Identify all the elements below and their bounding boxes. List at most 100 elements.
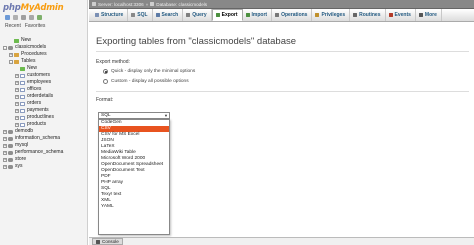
tree-node-label[interactable]: information_schema — [15, 135, 60, 142]
expand-icon[interactable]: + — [3, 143, 7, 148]
expand-icon[interactable]: + — [3, 150, 7, 155]
divider — [96, 51, 469, 52]
tree-node-label[interactable]: Procedures — [21, 51, 47, 58]
tab-operations[interactable]: Operations — [272, 9, 313, 21]
tab-import[interactable]: Import — [243, 9, 273, 21]
tree-node-label[interactable]: customers — [27, 72, 50, 79]
favorites-tab[interactable]: Favorites — [25, 23, 46, 29]
navigation-sidebar: phpMyAdmin Recent Favorites New - classicm… — [0, 0, 88, 245]
tab-sql[interactable]: SQL — [128, 9, 153, 21]
expand-icon[interactable]: + — [15, 122, 19, 127]
tree-node-label[interactable]: Tables — [21, 58, 35, 65]
expand-icon[interactable]: + — [15, 115, 19, 120]
tree-node-label[interactable]: store — [15, 156, 26, 163]
chevron-down-icon — [418, 13, 423, 17]
expand-icon[interactable]: + — [15, 73, 19, 78]
phpmyadmin-logo[interactable]: phpMyAdmin — [3, 3, 64, 13]
quick-export-option[interactable]: Quick - display only the minimal options — [103, 69, 195, 74]
tree-node[interactable]: - classicmodels — [3, 44, 87, 51]
quick-export-label[interactable]: Quick - display only the minimal options — [111, 69, 195, 74]
tree-node-label[interactable]: employees — [27, 79, 51, 86]
folder-icon — [14, 52, 19, 57]
collapse-icon[interactable]: - — [3, 45, 7, 50]
breadcrumb-database[interactable]: Database: classicmodels — [156, 2, 207, 7]
collapse-icon[interactable]: - — [9, 59, 13, 64]
expand-icon[interactable]: + — [3, 129, 7, 134]
tree-node[interactable]: + offices — [3, 86, 87, 93]
quick-radio[interactable] — [103, 69, 108, 74]
tree-node[interactable]: New — [3, 37, 87, 44]
tree-node-label[interactable]: classicmodels — [15, 44, 46, 51]
expand-icon[interactable]: + — [15, 94, 19, 99]
tab-more[interactable]: More — [416, 9, 442, 21]
tree-node[interactable]: + store — [3, 156, 87, 163]
tree-node[interactable]: + payments — [3, 107, 87, 114]
expand-icon[interactable]: + — [15, 80, 19, 85]
tree-node[interactable]: New — [3, 65, 87, 72]
page-title: Exporting tables from "classicmodels" da… — [96, 36, 297, 47]
tree-node-label[interactable]: demodb — [15, 128, 33, 135]
tab-query[interactable]: Query — [183, 9, 212, 21]
tree-node-label[interactable]: mysql — [15, 142, 28, 149]
home-icon[interactable] — [5, 15, 10, 20]
tree-node[interactable]: + customers — [3, 72, 87, 79]
tree-node[interactable]: + performance_schema — [3, 149, 87, 156]
tree-node[interactable]: + Procedures — [3, 51, 87, 58]
tree-node-label[interactable]: performance_schema — [15, 149, 63, 156]
custom-export-label[interactable]: Custom - display all possible options — [111, 79, 189, 84]
database-icon — [8, 129, 13, 134]
tab-export[interactable]: Export — [211, 9, 243, 21]
tree-node[interactable]: + products — [3, 121, 87, 128]
logout-icon[interactable] — [13, 15, 18, 20]
expand-icon[interactable]: + — [3, 136, 7, 141]
tree-node-label[interactable]: sys — [15, 163, 23, 170]
expand-icon[interactable]: + — [3, 164, 7, 169]
tab-routines[interactable]: Routines — [350, 9, 386, 21]
format-option[interactable]: YAML — [99, 204, 169, 210]
server-icon — [92, 2, 96, 6]
tree-node[interactable]: + orderdetails — [3, 93, 87, 100]
tree-node[interactable]: - Tables — [3, 58, 87, 65]
tree-node-label[interactable]: products — [27, 121, 46, 128]
tree-node[interactable]: + sys — [3, 163, 87, 170]
wrench-icon — [275, 13, 280, 17]
format-select[interactable]: SQL ▼ — [98, 112, 170, 119]
tab-privileges[interactable]: Privileges — [312, 9, 351, 21]
custom-export-option[interactable]: Custom - display all possible options — [103, 79, 189, 84]
database-icon — [8, 157, 13, 162]
breadcrumb-server[interactable]: Server: localhost:3306 — [98, 2, 144, 7]
tree-node[interactable]: + demodb — [3, 128, 87, 135]
tree-node[interactable]: + mysql — [3, 142, 87, 149]
database-icon — [150, 2, 155, 6]
docs-icon[interactable] — [21, 15, 26, 20]
tab-structure[interactable]: Structure — [92, 9, 129, 21]
expand-icon[interactable]: + — [15, 101, 19, 106]
expand-icon[interactable]: + — [3, 157, 7, 162]
tree-node-label[interactable]: productlines — [27, 114, 54, 121]
custom-radio[interactable] — [103, 79, 108, 84]
tab-events[interactable]: Events — [386, 9, 416, 21]
settings-icon[interactable] — [29, 15, 34, 20]
tree-node-label[interactable]: offices — [27, 86, 41, 93]
tree-node-label[interactable]: payments — [27, 107, 49, 114]
export-method-label: Export method: — [96, 59, 130, 65]
expand-icon[interactable]: + — [15, 108, 19, 113]
query-icon — [186, 13, 191, 17]
tree-node-label[interactable]: New — [21, 37, 31, 44]
expand-icon[interactable]: + — [15, 87, 19, 92]
users-icon — [315, 13, 320, 17]
table-icon — [20, 122, 25, 127]
console-tab[interactable]: Console — [92, 238, 123, 245]
tree-node[interactable]: + employees — [3, 79, 87, 86]
tree-node[interactable]: + orders — [3, 100, 87, 107]
recent-tab[interactable]: Recent — [5, 23, 21, 29]
tab-search[interactable]: Search — [153, 9, 184, 21]
expand-icon[interactable]: + — [9, 52, 13, 57]
tree-node-label[interactable]: orders — [27, 100, 41, 107]
table-icon — [20, 80, 25, 85]
tree-node[interactable]: + productlines — [3, 114, 87, 121]
tree-node-label[interactable]: New — [27, 65, 37, 72]
tree-node[interactable]: + information_schema — [3, 135, 87, 142]
reload-icon[interactable] — [37, 15, 42, 20]
tree-node-label[interactable]: orderdetails — [27, 93, 53, 100]
